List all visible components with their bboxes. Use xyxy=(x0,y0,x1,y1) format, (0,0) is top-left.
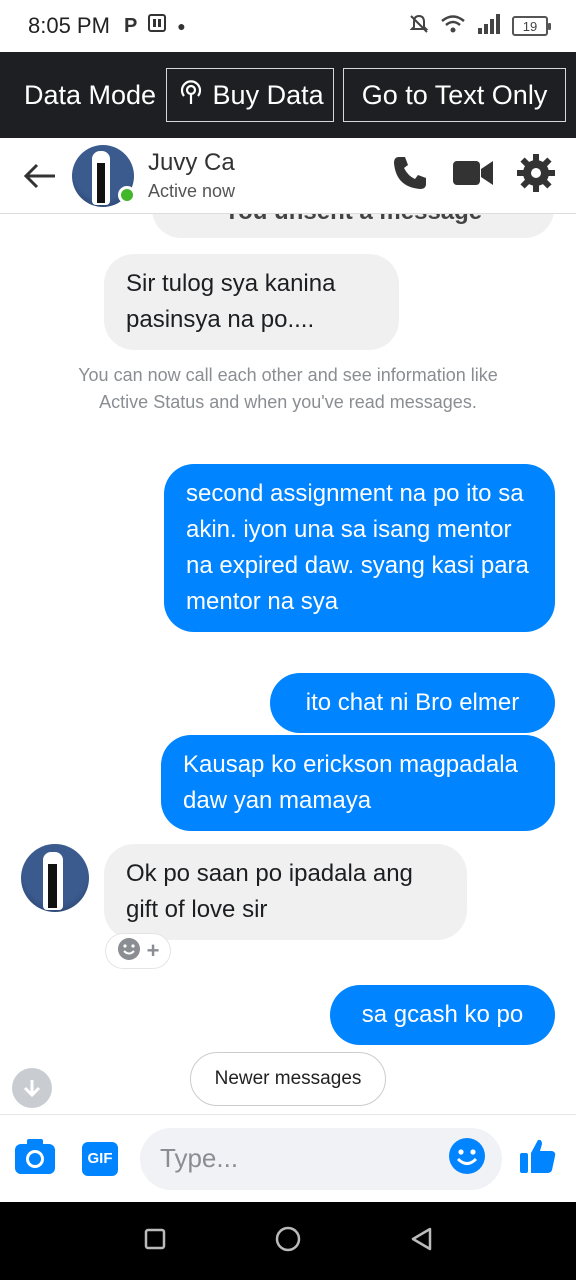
dot-icon: ● xyxy=(177,18,186,34)
plus-icon: + xyxy=(146,938,160,963)
emoji-icon[interactable] xyxy=(448,1137,486,1180)
status-bar: 8:05 PM P ● 19 xyxy=(0,0,576,52)
contact-name: Juvy Ca xyxy=(148,149,235,176)
message-list[interactable]: You unsent a message Sir tulog sya kanin… xyxy=(0,214,576,1114)
header-actions xyxy=(390,153,556,198)
battery-icon: 19 xyxy=(512,16,551,36)
home-icon[interactable] xyxy=(275,1226,301,1257)
message-bubble-incoming[interactable]: Sir tulog sya kanina pasinsya na po.... xyxy=(104,254,399,350)
buy-data-label: Buy Data xyxy=(212,79,324,110)
back-icon[interactable] xyxy=(410,1227,432,1256)
status-right-icons: 19 xyxy=(408,13,551,40)
p-icon: P xyxy=(123,14,138,37)
gif-icon[interactable]: GIF xyxy=(82,1141,118,1176)
sender-avatar[interactable] xyxy=(21,844,89,912)
system-note: You can now call each other and see info… xyxy=(78,365,498,412)
phone-icon[interactable] xyxy=(390,153,430,198)
newer-messages-button[interactable]: Newer messages xyxy=(190,1052,386,1106)
message-bubble-outgoing[interactable]: ito chat ni Bro elmer xyxy=(270,673,555,733)
online-indicator xyxy=(118,186,136,204)
message-bubble-outgoing[interactable]: sa gcash ko po xyxy=(330,985,555,1045)
android-navigation-bar xyxy=(0,1202,576,1280)
contact-info[interactable]: Juvy Ca Active now xyxy=(148,149,235,202)
recent-apps-icon[interactable] xyxy=(144,1228,166,1255)
status-time: 8:05 PM xyxy=(28,13,110,38)
message-bubble-outgoing[interactable]: second assignment na po ito sa akin. iyo… xyxy=(164,464,555,632)
message-bubble-incoming[interactable]: Ok po saan po ipadala ang gift of love s… xyxy=(104,844,467,940)
sim-icon xyxy=(147,13,167,39)
contact-active-status: Active now xyxy=(148,181,236,201)
wifi-icon xyxy=(440,13,466,40)
camera-icon[interactable] xyxy=(14,1137,56,1180)
back-arrow-icon[interactable] xyxy=(20,156,60,196)
smiley-icon xyxy=(117,937,141,966)
add-reaction-button[interactable]: + xyxy=(106,934,170,968)
message-input-container[interactable] xyxy=(140,1127,502,1190)
signal-icon xyxy=(476,13,502,40)
like-thumbs-up-icon[interactable] xyxy=(518,1136,558,1181)
scroll-down-icon[interactable] xyxy=(12,1068,52,1108)
conversation-header: Juvy Ca Active now xyxy=(0,138,576,214)
video-icon[interactable] xyxy=(452,156,494,195)
text-only-button[interactable]: Go to Text Only xyxy=(343,68,566,122)
text-only-label: Go to Text Only xyxy=(361,79,548,110)
data-mode-bar: Data Mode Buy Data Go to Text Only xyxy=(0,52,576,138)
broadcast-icon xyxy=(177,78,205,113)
mute-icon xyxy=(408,13,430,40)
message-composer: GIF xyxy=(0,1114,576,1202)
status-left-icons: P ● xyxy=(124,13,186,39)
message-bubble-partial[interactable]: You unsent a message xyxy=(152,214,554,238)
message-input[interactable] xyxy=(160,1143,448,1174)
buy-data-button[interactable]: Buy Data xyxy=(166,68,335,122)
message-bubble-outgoing[interactable]: Kausap ko erickson magpadala daw yan mam… xyxy=(161,735,555,831)
settings-gear-icon[interactable] xyxy=(516,153,556,198)
data-mode-label: Data Mode xyxy=(24,79,157,110)
